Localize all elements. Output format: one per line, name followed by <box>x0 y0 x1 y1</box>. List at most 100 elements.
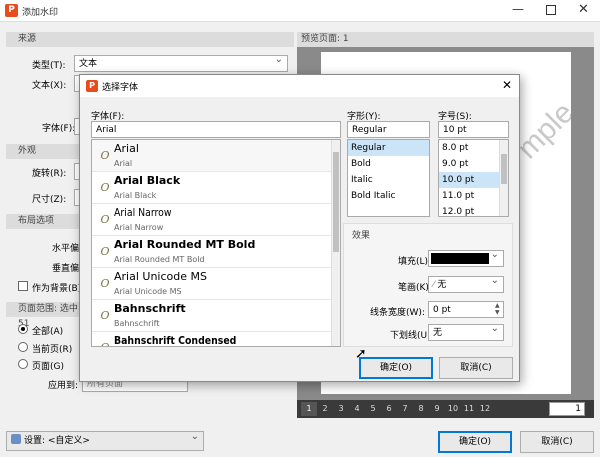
all-pages-radio[interactable] <box>18 324 28 334</box>
font-item-name: Arial Narrow <box>114 206 172 219</box>
page-button[interactable]: 6 <box>381 402 397 416</box>
all-pages-label: 全部(A) <box>32 327 64 337</box>
horizontal-offset-label: 水平偏 <box>52 244 80 254</box>
page-button[interactable]: 10 <box>445 402 461 416</box>
opentype-font-icon: O <box>100 181 110 194</box>
close-icon[interactable]: ✕ <box>502 78 512 92</box>
underline-select[interactable]: 无 <box>428 324 504 341</box>
size-list-scrollbar[interactable] <box>499 140 508 216</box>
font-item-name: Bahnschrift Condensed <box>114 334 237 347</box>
settings-label: 设置: <自定义> <box>24 436 90 446</box>
page-button[interactable]: 5 <box>365 402 381 416</box>
stroke-width-input[interactable]: 0 pt <box>428 301 504 318</box>
size-label: 尺寸(Z): <box>32 195 67 205</box>
font-list-scrollbar[interactable] <box>331 140 340 346</box>
current-page-label: 当前页(R) <box>32 345 73 355</box>
font-list[interactable]: O Arial Arial O Arial Black Arial Black O Arial… <box>91 139 341 347</box>
page-range-section-header: 页面范围: 选中 51 <box>6 302 81 329</box>
source-section-header: 来源 <box>6 32 294 47</box>
type-select[interactable]: 文本 <box>74 55 288 72</box>
font-item-name: Arial Rounded MT Bold <box>114 238 256 251</box>
font-list-item[interactable]: O Arial Arial <box>92 140 331 172</box>
font-item-name: Arial <box>114 142 139 155</box>
minimize-icon[interactable]: — <box>512 2 524 16</box>
page-button[interactable]: 8 <box>413 402 429 416</box>
pages-radio[interactable] <box>18 359 28 369</box>
as-background-label: 作为背景(B) <box>32 284 82 294</box>
page-number-input[interactable]: 1 <box>549 402 585 416</box>
font-size-item[interactable]: 10.0 pt <box>439 172 499 188</box>
font-item-preview: Arial Narrow <box>114 223 164 232</box>
mouse-cursor-icon: ➚ <box>355 346 367 362</box>
font-style-item[interactable]: Bold <box>348 156 429 172</box>
layout-section-header: 布局选项 <box>6 214 81 229</box>
page-button[interactable]: 11 <box>461 402 477 416</box>
font-dialog-ok-button[interactable]: 确定(O) <box>359 357 433 379</box>
stroke-width-label: 线条宽度(W): <box>370 308 425 318</box>
font-size-item[interactable]: 8.0 pt <box>439 140 499 156</box>
ok-button[interactable]: 确定(O) <box>438 431 512 453</box>
page-button[interactable]: 12 <box>477 402 493 416</box>
scrollbar-thumb[interactable] <box>501 154 507 184</box>
stroke-value: 无 <box>437 280 447 290</box>
opentype-font-icon: O <box>100 245 110 258</box>
scrollbar-thumb[interactable] <box>333 152 339 252</box>
effects-header: 效果 <box>352 231 371 241</box>
opentype-font-icon: O <box>100 277 110 290</box>
font-dialog-title: 选择字体 <box>102 83 139 93</box>
pages-label: 页面(G) <box>32 362 64 372</box>
maximize-icon[interactable] <box>546 5 556 15</box>
font-list-item[interactable]: O Arial Black Arial Black <box>92 172 331 204</box>
font-list-item[interactable]: O Arial Unicode MS Arial Unicode MS <box>92 268 331 300</box>
rotation-label: 旋转(R): <box>32 169 67 179</box>
font-size-input[interactable]: 10 pt <box>438 121 509 138</box>
font-size-item[interactable]: 11.0 pt <box>439 188 499 204</box>
font-list-item[interactable]: OBahnschrift Condensed <box>92 332 331 347</box>
font-style-input[interactable]: Regular <box>347 121 430 138</box>
close-icon[interactable]: ✕ <box>578 2 589 17</box>
apply-to-label: 应用到: <box>48 381 79 391</box>
font-dialog: P 选择字体 ✕ 字体(F): Arial O Arial Arial O Arial … <box>79 74 520 382</box>
page-button[interactable]: 1 <box>301 402 317 416</box>
opentype-font-icon: O <box>100 213 110 226</box>
spinner-icon[interactable]: ▲ ▼ <box>495 302 500 316</box>
font-list-item[interactable]: O Arial Rounded MT Bold Arial Rounded MT B… <box>92 236 331 268</box>
font-name-input[interactable]: Arial <box>91 121 341 138</box>
font-dialog-cancel-button[interactable]: 取消(C) <box>439 357 513 379</box>
page-button[interactable]: 2 <box>317 402 333 416</box>
settings-icon <box>11 434 21 444</box>
pdf-app-icon: P <box>86 80 98 92</box>
window-title: 添加水印 <box>22 8 59 18</box>
font-style-item[interactable]: Italic <box>348 172 429 188</box>
fill-label: 填充(L): <box>398 257 432 267</box>
page-button[interactable]: 7 <box>397 402 413 416</box>
text-label: 文本(X): <box>32 81 67 91</box>
current-page-radio[interactable] <box>18 342 28 352</box>
font-style-list[interactable]: Regular Bold Italic Bold Italic <box>347 139 430 217</box>
pdf-app-icon: P <box>5 4 18 17</box>
stroke-select[interactable]: ⁄ 无 <box>428 276 504 293</box>
font-item-preview: Arial Black <box>114 191 157 200</box>
font-item-preview: Arial Rounded MT Bold <box>114 255 205 264</box>
cancel-button[interactable]: 取消(C) <box>520 431 594 453</box>
as-background-checkbox[interactable] <box>18 281 28 291</box>
font-item-preview: Arial <box>114 159 133 168</box>
font-list-item[interactable]: O Bahnschrift Bahnschrift <box>92 300 331 332</box>
page-button[interactable]: 9 <box>429 402 445 416</box>
page-button[interactable]: 4 <box>349 402 365 416</box>
font-size-item[interactable]: 9.0 pt <box>439 156 499 172</box>
font-style-item[interactable]: Regular <box>348 140 429 156</box>
settings-select[interactable]: 设置: <自定义> <box>6 431 204 451</box>
effects-group: 效果 填充(L): 笔画(K): ⁄ 无 线条宽度(W): 0 pt ▲▼ 下划… <box>343 223 513 347</box>
font-list-item[interactable]: O Arial Narrow Arial Narrow <box>92 204 331 236</box>
page-button[interactable]: 3 <box>333 402 349 416</box>
font-style-item[interactable]: Bold Italic <box>348 188 429 204</box>
font-size-item[interactable]: 12.0 pt <box>439 204 499 216</box>
fill-color-picker[interactable] <box>428 250 504 267</box>
font-label: 字体(F): <box>42 124 76 134</box>
opentype-font-icon: O <box>98 341 112 346</box>
appearance-section-header: 外观 <box>6 144 81 159</box>
font-item-preview: Bahnschrift <box>114 319 160 328</box>
font-item-name: Arial Black <box>114 174 181 187</box>
font-size-list[interactable]: 8.0 pt 9.0 pt 10.0 pt 11.0 pt 12.0 pt <box>438 139 509 217</box>
